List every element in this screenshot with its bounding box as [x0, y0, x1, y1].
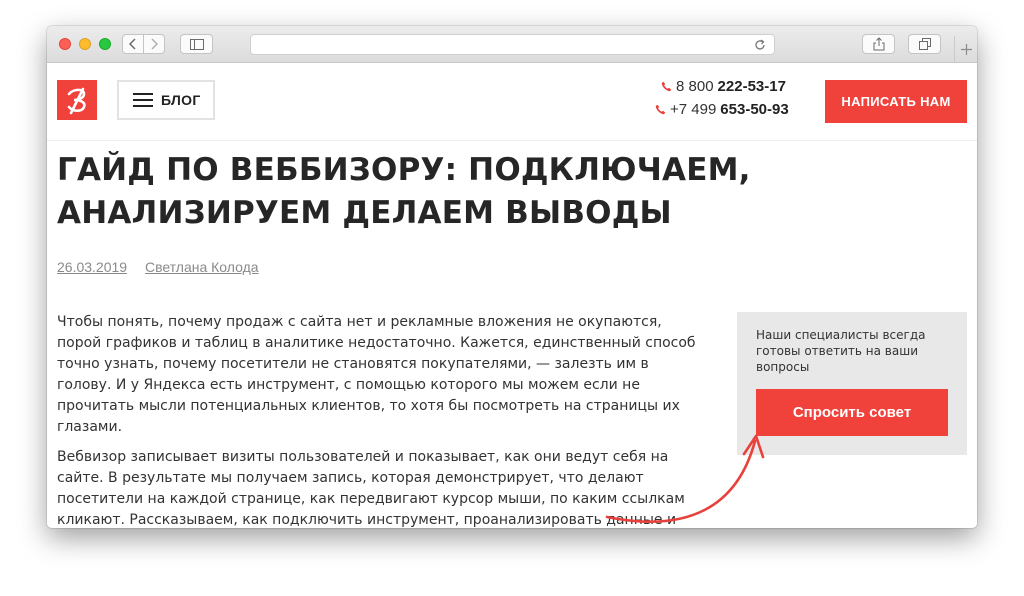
- site-logo[interactable]: [57, 80, 97, 120]
- reload-icon[interactable]: [754, 39, 766, 51]
- tabs-icon: [918, 38, 931, 50]
- zoom-window-button[interactable]: [99, 38, 111, 50]
- new-tab-button[interactable]: [954, 36, 977, 62]
- blog-menu-label: БЛОГ: [161, 92, 201, 108]
- article-date[interactable]: 26.03.2019: [57, 259, 127, 275]
- phone-link-1[interactable]: 8 800 222-53-17: [661, 78, 786, 95]
- phone-number: 222-53-17: [717, 78, 786, 95]
- article-paragraph: Чтобы понять, почему продаж с сайта нет …: [57, 314, 696, 435]
- address-bar[interactable]: [250, 34, 775, 55]
- ask-advice-button[interactable]: Спросить совет: [756, 389, 948, 436]
- sidebar-toggle-button[interactable]: [180, 34, 213, 54]
- phone-icon: [661, 81, 672, 92]
- browser-toolbar: [47, 26, 977, 63]
- show-tabs-button[interactable]: [908, 34, 941, 54]
- phone-number: 653-50-93: [720, 101, 789, 118]
- sidebar-toggle-icon: [189, 38, 204, 50]
- consult-card: Наши специалисты всегда готовы ответить …: [737, 312, 967, 455]
- phone-icon: [655, 104, 666, 115]
- article-body: Чтобы понять, почему продаж с сайта нет …: [57, 312, 707, 528]
- article-meta: 26.03.2019 Светлана Колода: [57, 259, 273, 275]
- logo-icon: [67, 87, 86, 115]
- consult-text: Наши специалисты всегда готовы ответить …: [756, 328, 926, 374]
- back-button[interactable]: [122, 34, 144, 54]
- share-icon: [873, 37, 884, 51]
- write-us-button[interactable]: НАПИСАТЬ НАМ: [825, 80, 967, 123]
- menu-icon: [133, 93, 153, 107]
- phone-prefix: 8 800: [676, 78, 714, 95]
- article-title: ГАЙД ПО ВЕББИЗОРУ: ПОДКЛЮЧАЕМ, АНАЛИЗИРУ…: [57, 152, 751, 231]
- phone-link-2[interactable]: +7 499 653-50-93: [655, 101, 789, 118]
- share-button[interactable]: [862, 34, 895, 54]
- new-tab-icon: [961, 43, 972, 55]
- web-page: БЛОГ 8 800 222-53-17 +7 499 653-50-93 НА…: [47, 63, 977, 528]
- blog-menu-button[interactable]: БЛОГ: [117, 80, 215, 120]
- browser-window: БЛОГ 8 800 222-53-17 +7 499 653-50-93 НА…: [47, 26, 977, 528]
- minimize-window-button[interactable]: [79, 38, 91, 50]
- forward-button[interactable]: [143, 34, 165, 54]
- close-window-button[interactable]: [59, 38, 71, 50]
- forward-icon: [151, 38, 158, 50]
- article-author[interactable]: Светлана Колода: [145, 259, 259, 275]
- phone-prefix: +7 499: [670, 101, 717, 118]
- back-icon: [129, 38, 136, 50]
- article-paragraph: Вебвизор записывает визиты пользователей…: [57, 449, 685, 528]
- site-header: БЛОГ 8 800 222-53-17 +7 499 653-50-93 НА…: [47, 63, 977, 141]
